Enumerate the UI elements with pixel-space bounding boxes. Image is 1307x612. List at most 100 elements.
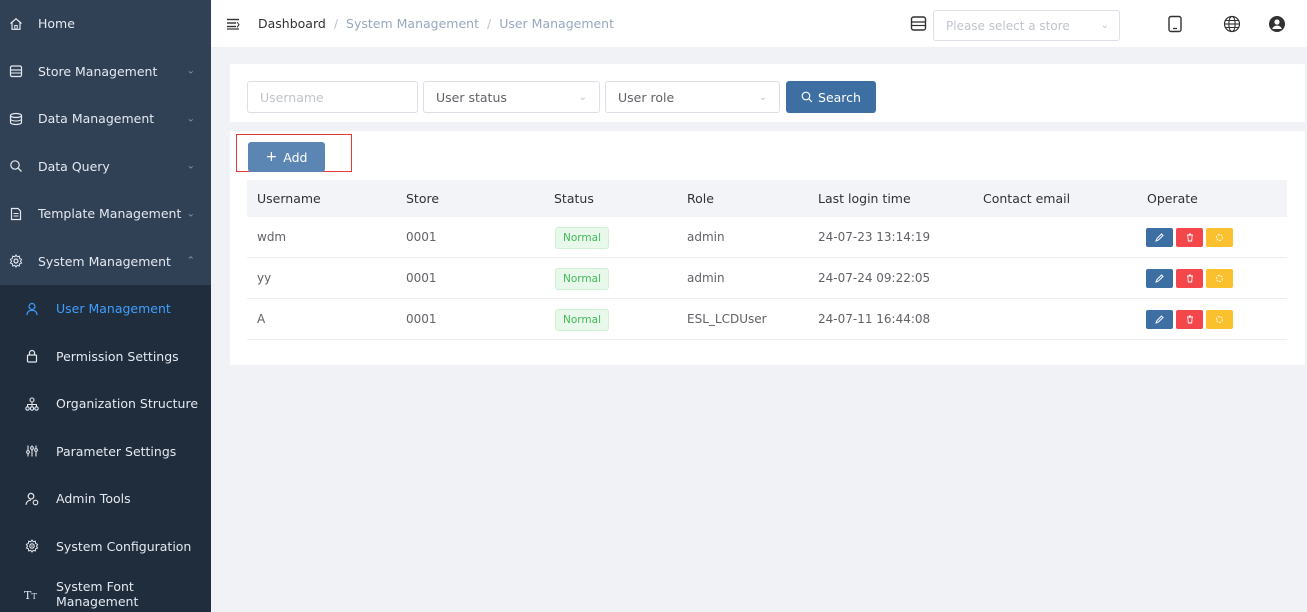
- breadcrumb: Dashboard / System Management / User Man…: [258, 16, 614, 31]
- store-icon: [8, 63, 24, 79]
- globe-icon[interactable]: [1222, 14, 1242, 34]
- chevron-up-icon: ⌃: [186, 255, 195, 267]
- sidebar-item-organization-structure[interactable]: Organization Structure: [0, 380, 211, 428]
- sidebar: Home Store Management ⌄ Data Management …: [0, 0, 211, 612]
- sidebar-item-label: Store Management: [38, 63, 158, 79]
- delete-button[interactable]: [1176, 228, 1203, 247]
- search-icon: [8, 158, 24, 174]
- user-status-placeholder: User status: [436, 89, 507, 105]
- menu-toggle-icon[interactable]: [225, 16, 241, 32]
- breadcrumb-item-dashboard[interactable]: Dashboard: [258, 16, 326, 31]
- sliders-icon: [24, 443, 40, 459]
- pencil-icon: [1155, 315, 1164, 324]
- sidebar-item-system-management[interactable]: System Management ⌃: [0, 238, 211, 286]
- edit-button[interactable]: [1146, 228, 1173, 247]
- cell-store: 0001: [406, 230, 437, 244]
- chevron-down-icon: ⌄: [1100, 20, 1109, 31]
- sidebar-item-admin-tools[interactable]: Admin Tools: [0, 475, 211, 523]
- status-badge: Normal: [555, 309, 609, 331]
- user-status-select[interactable]: User status ⌄: [423, 81, 600, 113]
- pencil-icon: [1155, 274, 1164, 283]
- config-icon: [24, 538, 40, 554]
- chevron-down-icon: ⌄: [186, 113, 195, 125]
- cell-last-login-time: 24-07-11 16:44:08: [818, 312, 931, 326]
- store-select[interactable]: Please select a store ⌄: [933, 10, 1120, 41]
- sidebar-item-parameter-settings[interactable]: Parameter Settings: [0, 428, 211, 476]
- chevron-down-icon: ⌄: [186, 208, 195, 220]
- breadcrumb-separator: /: [486, 16, 492, 31]
- pencil-icon: [1155, 233, 1164, 242]
- sidebar-item-label: System Configuration: [56, 538, 192, 554]
- search-icon: [801, 91, 813, 103]
- table-row: wdm 0001 Normal admin 24-07-23 13:14:19: [247, 217, 1287, 258]
- status-badge: Normal: [555, 268, 609, 290]
- edit-button[interactable]: [1146, 310, 1173, 329]
- sidebar-item-data-management[interactable]: Data Management ⌄: [0, 95, 211, 143]
- add-user-button[interactable]: + Add: [248, 142, 325, 172]
- sidebar-item-user-management[interactable]: User Management: [0, 285, 211, 333]
- chevron-down-icon: ⌄: [578, 91, 587, 103]
- sidebar-item-permission-settings[interactable]: Permission Settings: [0, 333, 211, 381]
- font-icon: TT: [24, 586, 40, 602]
- tablet-icon[interactable]: [1165, 14, 1185, 34]
- sidebar-item-home[interactable]: Home: [0, 0, 211, 48]
- sidebar-item-label: Parameter Settings: [56, 443, 177, 459]
- table-row: A 0001 Normal ESL_LCDUser 24-07-11 16:44…: [247, 299, 1287, 340]
- column-header-operate: Operate: [1147, 191, 1198, 206]
- refresh-icon: [1216, 275, 1223, 282]
- table-header-row: Username Store Status Role Last login ti…: [247, 180, 1287, 217]
- sidebar-item-label: User Management: [56, 301, 171, 317]
- reset-password-button[interactable]: [1206, 310, 1233, 329]
- delete-button[interactable]: [1176, 310, 1203, 329]
- username-placeholder: Username: [260, 89, 324, 105]
- sidebar-item-label: Data Management: [38, 111, 155, 127]
- cell-role: ESL_LCDUser: [687, 312, 767, 326]
- cell-last-login-time: 24-07-23 13:14:19: [818, 230, 931, 244]
- database-icon: [8, 111, 24, 127]
- column-header-username: Username: [257, 191, 321, 206]
- search-button[interactable]: Search: [786, 81, 876, 113]
- chevron-down-icon: ⌄: [758, 91, 767, 103]
- reset-password-button[interactable]: [1206, 269, 1233, 288]
- cell-store: 0001: [406, 312, 437, 326]
- status-badge: Normal: [555, 227, 609, 249]
- row-actions: [1146, 269, 1233, 288]
- trash-icon: [1186, 315, 1193, 324]
- search-panel: Username User status ⌄ User role ⌄ Searc…: [230, 64, 1305, 122]
- cell-role: admin: [687, 271, 725, 285]
- system-management-submenu: User Management Permission Settings Orga…: [0, 285, 211, 612]
- table-row: yy 0001 Normal admin 24-07-24 09:22:05: [247, 258, 1287, 299]
- sidebar-item-label: Organization Structure: [56, 396, 199, 412]
- sidebar-item-system-configuration[interactable]: System Configuration: [0, 523, 211, 571]
- user-table-panel: + Add Username Store Status Role Last lo…: [230, 131, 1305, 365]
- column-header-store: Store: [406, 191, 440, 206]
- reset-password-button[interactable]: [1206, 228, 1233, 247]
- sidebar-item-system-font-management[interactable]: TT System Font Management: [0, 570, 211, 612]
- sidebar-item-template-management[interactable]: Template Management ⌄: [0, 190, 211, 238]
- home-icon: [8, 16, 24, 32]
- org-chart-icon: [24, 396, 40, 412]
- breadcrumb-item-system-management: System Management: [346, 16, 479, 31]
- sidebar-item-label: System Management: [38, 253, 171, 269]
- column-header-last-login-time: Last login time: [818, 191, 911, 206]
- user-table: Username Store Status Role Last login ti…: [247, 180, 1287, 340]
- add-button-label: Add: [283, 149, 308, 165]
- cell-store: 0001: [406, 271, 437, 285]
- user-role-select[interactable]: User role ⌄: [605, 81, 780, 113]
- sidebar-item-data-query[interactable]: Data Query ⌄: [0, 143, 211, 191]
- delete-button[interactable]: [1176, 269, 1203, 288]
- store-icon: [910, 15, 927, 32]
- refresh-icon: [1216, 316, 1223, 323]
- svg-text:T: T: [32, 592, 38, 601]
- edit-button[interactable]: [1146, 269, 1173, 288]
- username-input[interactable]: Username: [247, 81, 418, 113]
- user-avatar-icon[interactable]: [1267, 14, 1287, 34]
- sidebar-item-label: Template Management: [38, 206, 182, 222]
- sidebar-item-label: Permission Settings: [56, 348, 179, 364]
- refresh-icon: [1216, 234, 1223, 241]
- template-icon: [8, 206, 24, 222]
- cell-last-login-time: 24-07-24 09:22:05: [818, 271, 931, 285]
- trash-icon: [1186, 274, 1193, 283]
- sidebar-item-store-management[interactable]: Store Management ⌄: [0, 48, 211, 96]
- sidebar-item-label: System Font Management: [56, 578, 139, 609]
